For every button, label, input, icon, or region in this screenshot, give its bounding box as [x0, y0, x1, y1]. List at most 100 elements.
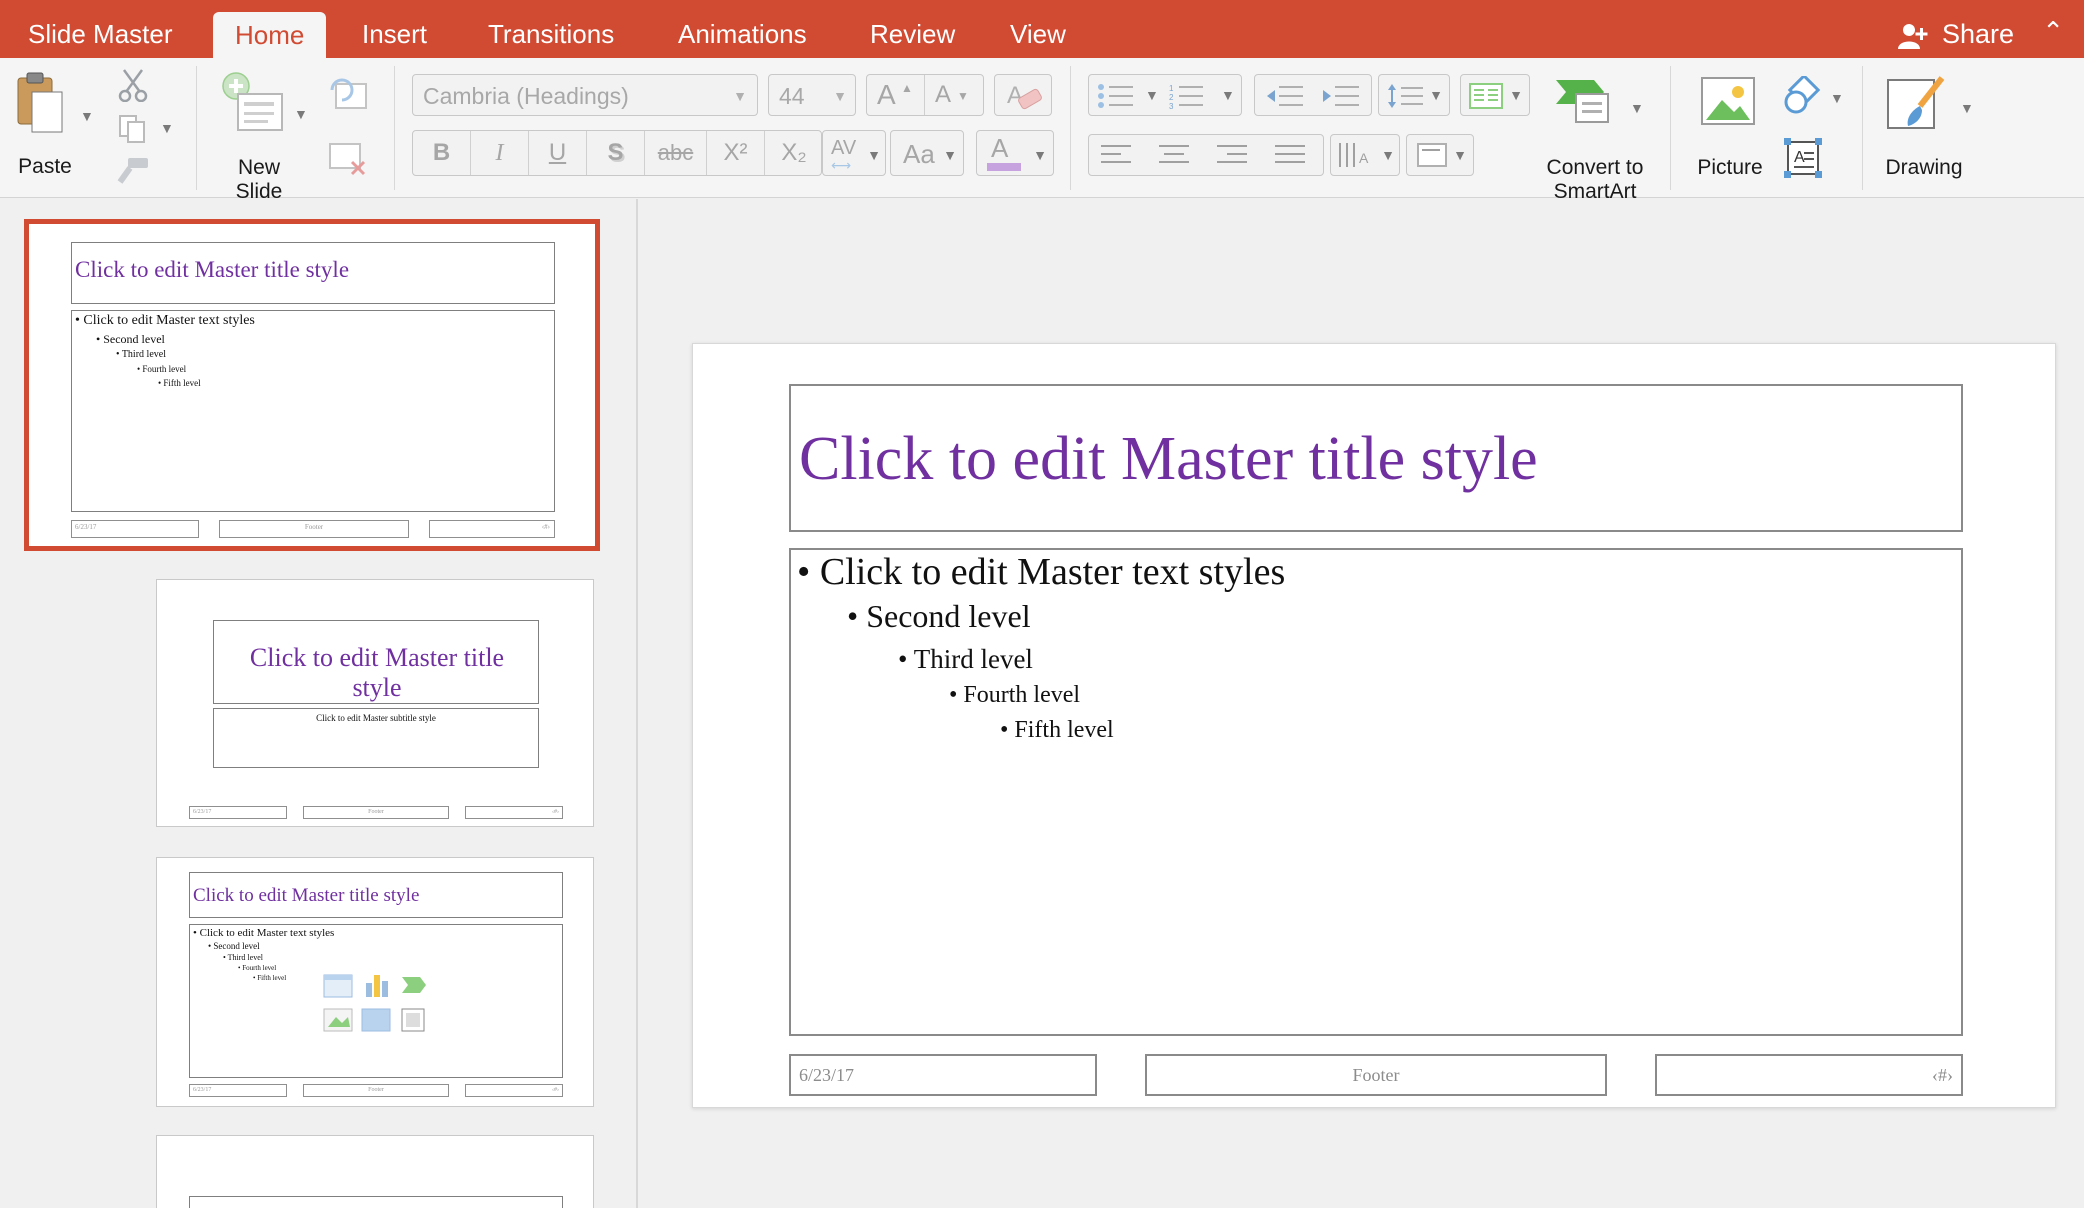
picture-icon	[1701, 77, 1755, 125]
reset-slide-icon[interactable]	[326, 76, 370, 112]
grow-font-button[interactable]: A ▲	[867, 75, 925, 115]
new-slide-label-line1: New	[237, 156, 280, 179]
thumbnail-footer: Footer	[303, 806, 449, 819]
font-color-dropdown-icon[interactable]: ▼	[1033, 147, 1047, 163]
strikethrough-button[interactable]: abc	[645, 131, 707, 175]
copy-icon[interactable]	[118, 114, 148, 144]
font-name-select[interactable]: Cambria (Headings) ▼	[412, 74, 758, 116]
thumbnail-date: 6/23/17	[189, 806, 287, 819]
character-spacing-button[interactable]: AV ⟷ ▼	[822, 130, 886, 176]
thumbnail-content-layout[interactable]: Click to edit Master title style • Click…	[156, 857, 594, 1107]
bullets-dropdown-icon[interactable]: ▼	[1145, 87, 1159, 103]
thumbnail-level-4: • Fourth level	[238, 964, 277, 972]
copy-dropdown-icon[interactable]: ▼	[160, 120, 174, 136]
columns-button[interactable]: ▼	[1460, 74, 1530, 116]
align-right-icon[interactable]	[1217, 143, 1249, 169]
svg-text:1: 1	[1169, 84, 1174, 93]
align-text-button[interactable]: ▼	[1406, 134, 1474, 176]
picture-button[interactable]: Picture	[1682, 70, 1782, 194]
shapes-icon[interactable]	[1782, 76, 1822, 116]
drawing-button[interactable]: ▼ Drawing	[1874, 70, 1984, 194]
ribbon-tab-bar: Slide Master Home Insert Transitions Ani…	[0, 0, 2084, 58]
font-style-group: B I U S abc X² X₂	[412, 130, 822, 176]
line-spacing-button[interactable]: ▼	[1378, 74, 1450, 116]
thumbnail-slide-master[interactable]: Click to edit Master title style • Click…	[24, 219, 600, 551]
home-ribbon: ▼ Paste ▼ ▼ New Slide Cambria (Headings)…	[0, 58, 2084, 203]
tab-slide-master[interactable]: Slide Master	[28, 14, 173, 58]
thumbnail-title-layout[interactable]: Click to edit Master title style Click t…	[156, 579, 594, 827]
increase-indent-icon[interactable]	[1321, 83, 1361, 109]
tab-animations[interactable]: Animations	[678, 14, 807, 58]
align-left-icon[interactable]	[1101, 143, 1133, 169]
tab-review[interactable]: Review	[870, 14, 955, 58]
justify-icon[interactable]	[1275, 143, 1307, 169]
decrease-indent-icon[interactable]	[1265, 83, 1305, 109]
clipboard-icon	[17, 72, 63, 133]
thumbnail-section-layout[interactable]	[156, 1135, 594, 1208]
character-spacing-dropdown-icon[interactable]: ▼	[867, 147, 881, 163]
thumbnail-subtitle-text: Click to edit Master subtitle style	[316, 713, 436, 723]
svg-text:2: 2	[1169, 93, 1174, 102]
new-slide-button[interactable]: ▼ New Slide	[214, 70, 308, 203]
delete-slide-icon[interactable]	[326, 140, 370, 178]
tab-insert[interactable]: Insert	[362, 14, 427, 58]
shrink-font-button[interactable]: A ▼	[925, 75, 983, 115]
decrease-icon: ▼	[957, 89, 969, 103]
list-group: ▼ 123 ▼	[1088, 74, 1242, 116]
collapse-ribbon-icon[interactable]: ⌃	[2042, 16, 2064, 47]
convert-to-smartart-button[interactable]: ▼ Convert to SmartArt	[1530, 70, 1660, 203]
numbering-dropdown-icon[interactable]: ▼	[1221, 87, 1235, 103]
slide-thumbnail-pane: Click to edit Master title style • Click…	[0, 199, 638, 1208]
smartart-dropdown-icon[interactable]: ▼	[1630, 100, 1644, 116]
font-size-select[interactable]: 44 ▼	[768, 74, 856, 116]
paste-label: Paste	[18, 155, 72, 178]
tab-home[interactable]: Home	[213, 12, 327, 58]
drawing-dropdown-icon[interactable]: ▼	[1960, 100, 1974, 116]
clear-formatting-button[interactable]: A	[994, 74, 1052, 116]
align-text-dropdown-icon[interactable]: ▼	[1453, 147, 1467, 163]
paste-dropdown-icon[interactable]: ▼	[80, 108, 94, 124]
bold-button[interactable]: B	[413, 131, 471, 175]
shapes-dropdown-icon[interactable]: ▼	[1830, 90, 1844, 106]
text-shadow-button[interactable]: S	[587, 131, 645, 175]
body-placeholder[interactable]: • Click to edit Master text styles • Sec…	[789, 548, 1963, 1036]
slide-editing-canvas: Click to edit Master title style • Click…	[640, 199, 2084, 1208]
align-center-icon[interactable]	[1159, 143, 1191, 169]
body-level-1: • Click to edit Master text styles	[797, 551, 1286, 593]
font-size-adjust-group: A ▲ A ▼	[866, 74, 984, 116]
paste-button[interactable]: ▼ Paste	[10, 70, 94, 192]
tab-transitions[interactable]: Transitions	[488, 14, 614, 58]
title-placeholder[interactable]: Click to edit Master title style	[789, 384, 1963, 532]
add-person-icon	[1898, 23, 1928, 49]
change-case-button[interactable]: Aa ▼	[890, 130, 964, 176]
line-spacing-dropdown-icon[interactable]: ▼	[1429, 87, 1443, 103]
text-direction-button[interactable]: A ▼	[1330, 134, 1400, 176]
change-case-label: Aa	[903, 139, 935, 169]
thumbnail-level-2: • Second level	[208, 941, 260, 951]
date-placeholder[interactable]: 6/23/17	[789, 1054, 1097, 1096]
subscript-button[interactable]: X₂	[765, 131, 821, 175]
superscript-button[interactable]: X²	[707, 131, 765, 175]
bullets-icon[interactable]	[1097, 83, 1141, 109]
increase-icon: ▲	[901, 81, 913, 95]
new-slide-dropdown-icon[interactable]: ▼	[294, 106, 308, 122]
cut-icon[interactable]	[118, 68, 148, 102]
share-button[interactable]: Share	[1898, 14, 2014, 54]
share-label: Share	[1941, 19, 2014, 49]
font-name-dropdown-icon[interactable]: ▼	[733, 88, 747, 104]
text-box-icon[interactable]: A	[1784, 138, 1822, 178]
footer-placeholder[interactable]: Footer	[1145, 1054, 1607, 1096]
font-color-button[interactable]: A ▼	[976, 130, 1054, 176]
slide-number-placeholder[interactable]: ‹#›	[1655, 1054, 1963, 1096]
font-size-dropdown-icon[interactable]: ▼	[833, 88, 847, 104]
columns-dropdown-icon[interactable]: ▼	[1509, 87, 1523, 103]
italic-button[interactable]: I	[471, 131, 529, 175]
underline-button[interactable]: U	[529, 131, 587, 175]
numbering-icon[interactable]: 123	[1169, 83, 1213, 109]
change-case-dropdown-icon[interactable]: ▼	[943, 147, 957, 163]
format-painter-icon[interactable]	[116, 156, 150, 186]
text-direction-dropdown-icon[interactable]: ▼	[1381, 147, 1395, 163]
ribbon-separator	[1862, 66, 1863, 190]
tab-view[interactable]: View	[1010, 14, 1066, 58]
picture-label: Picture	[1697, 156, 1763, 179]
